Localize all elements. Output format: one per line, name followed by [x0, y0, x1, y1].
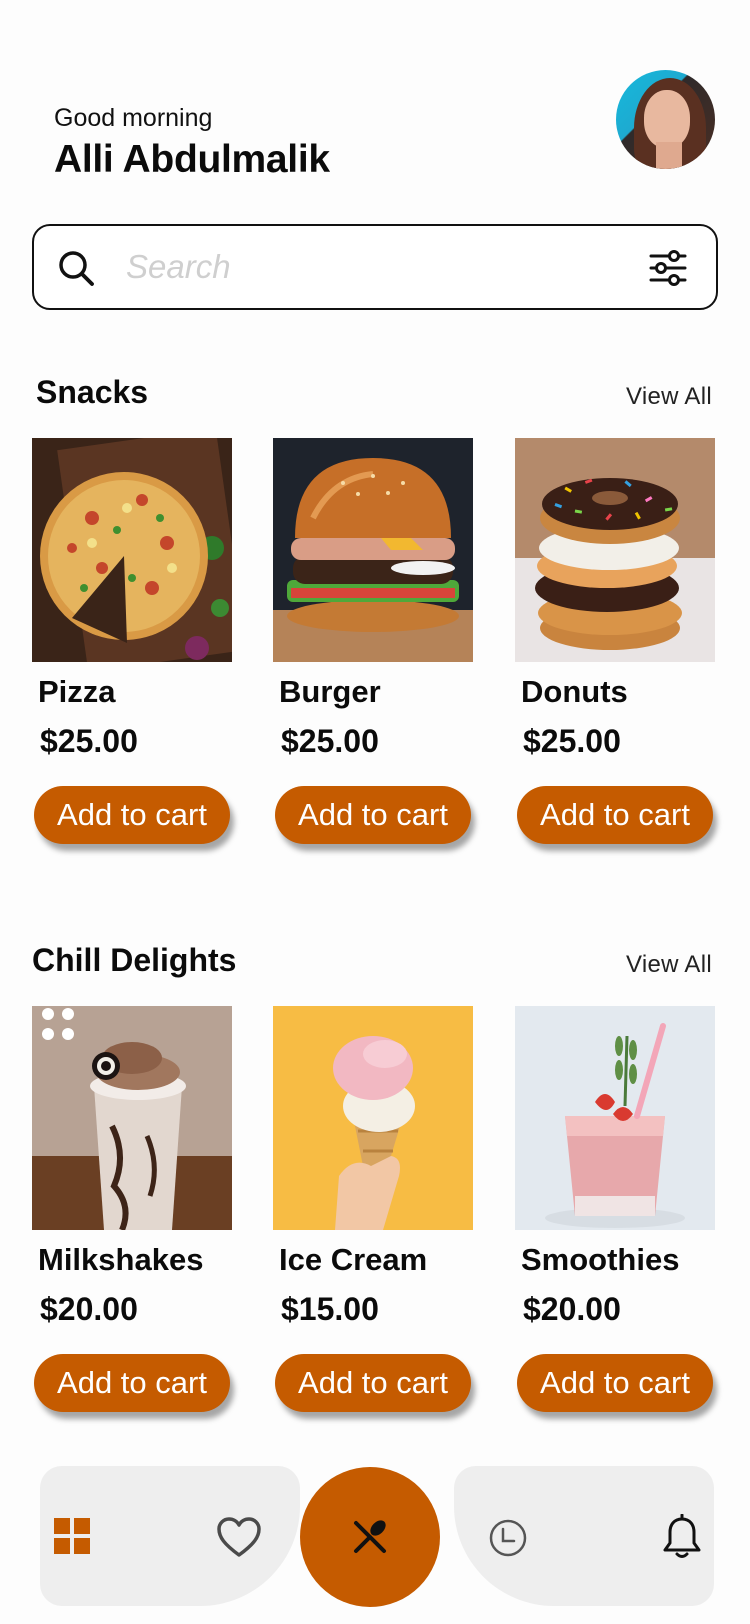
product-name: Smoothies [521, 1242, 680, 1277]
grid-icon[interactable] [54, 1518, 90, 1554]
product-price: $15.00 [281, 1291, 379, 1327]
smoothie-image[interactable] [515, 1006, 715, 1230]
ice-cream-image[interactable] [273, 1006, 473, 1230]
add-to-cart-button[interactable]: Add to cart [34, 786, 230, 844]
product-price: $25.00 [40, 723, 138, 759]
product-name: Milkshakes [38, 1242, 204, 1277]
filter-icon[interactable] [648, 248, 688, 288]
avatar[interactable] [616, 70, 715, 169]
user-name: Alli Abdulmalik [54, 138, 330, 181]
add-to-cart-button[interactable]: Add to cart [275, 1354, 471, 1412]
section-title-snacks: Snacks [36, 374, 149, 410]
pizza-image[interactable] [32, 438, 232, 662]
donuts-image[interactable] [515, 438, 715, 662]
add-to-cart-button[interactable]: Add to cart [34, 1354, 230, 1412]
add-to-cart-button[interactable]: Add to cart [275, 786, 471, 844]
product-price: $25.00 [523, 723, 621, 759]
product-name: Burger [279, 674, 381, 709]
product-price: $20.00 [523, 1291, 621, 1327]
search-bar [32, 224, 718, 310]
product-price: $25.00 [281, 723, 379, 759]
menu-fab-button[interactable] [300, 1467, 440, 1607]
product-name: Donuts [521, 674, 628, 709]
view-all-chill-delights-link[interactable]: View All [626, 951, 712, 979]
view-all-snacks-link[interactable]: View All [626, 383, 712, 411]
milkshake-image[interactable] [32, 1006, 232, 1230]
heart-icon[interactable] [216, 1516, 262, 1558]
search-input[interactable] [126, 244, 616, 290]
clock-icon[interactable] [488, 1518, 528, 1558]
product-name: Ice Cream [279, 1242, 428, 1277]
add-to-cart-button[interactable]: Add to cart [517, 786, 713, 844]
greeting-text: Good morning [54, 104, 213, 132]
add-to-cart-button[interactable]: Add to cart [517, 1354, 713, 1412]
bell-icon[interactable] [660, 1514, 704, 1560]
section-title-chill-delights: Chill Delights [32, 942, 237, 978]
search-icon [59, 251, 94, 286]
product-price: $20.00 [40, 1291, 138, 1327]
fork-spoon-icon [354, 1520, 386, 1553]
product-name: Pizza [38, 674, 116, 709]
burger-image[interactable] [273, 438, 473, 662]
